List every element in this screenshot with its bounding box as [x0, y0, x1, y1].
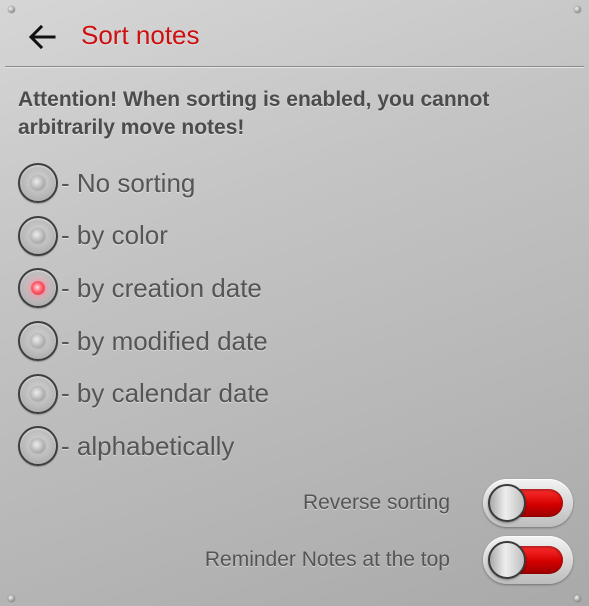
sort-option-by-calendar-date[interactable]: - by calendar date: [18, 367, 269, 420]
radio-led-icon: [31, 228, 45, 243]
reminder-notes-top-row: Reminder Notes at the top: [205, 535, 573, 585]
radio-led-icon: [31, 386, 45, 401]
radio-led-icon: [31, 281, 45, 296]
sort-option-label: - by calendar date: [61, 378, 270, 409]
radio-button[interactable]: [18, 373, 58, 414]
sort-option-by-color[interactable]: - by color: [18, 210, 269, 263]
radio-led-icon: [31, 439, 45, 454]
reverse-sorting-label: Reverse sorting: [302, 491, 450, 514]
sort-options-group: - No sorting - by color - by creation da…: [18, 157, 269, 473]
radio-button[interactable]: [18, 268, 58, 309]
sort-option-label: - No sorting: [61, 167, 196, 198]
back-button[interactable]: [26, 20, 60, 54]
page-title: Sort notes: [81, 20, 200, 50]
radio-button[interactable]: [18, 163, 58, 204]
reverse-sorting-switch[interactable]: [483, 479, 573, 527]
sort-option-by-modified-date[interactable]: - by modified date: [18, 315, 269, 368]
radio-led-icon: [31, 334, 45, 349]
radio-led-icon: [31, 176, 45, 191]
switch-knob[interactable]: [488, 541, 526, 579]
radio-button[interactable]: [18, 426, 58, 467]
app-bar: Sort notes: [0, 0, 589, 68]
reminder-notes-top-switch[interactable]: [483, 536, 573, 584]
radio-button[interactable]: [18, 215, 58, 256]
sort-option-alphabetically[interactable]: - alphabetically: [18, 420, 269, 473]
arrow-left-icon: [28, 24, 56, 50]
sort-option-no-sorting[interactable]: - No sorting: [18, 157, 269, 210]
sort-option-label: - alphabetically: [61, 430, 235, 461]
sorting-warning-text: Attention! When sorting is enabled, you …: [18, 88, 490, 139]
corner-screw-icon: [8, 595, 15, 602]
radio-button[interactable]: [18, 321, 58, 362]
reverse-sorting-row: Reverse sorting: [303, 478, 573, 528]
corner-screw-icon: [574, 595, 581, 602]
sort-option-label: - by creation date: [61, 272, 262, 303]
sort-option-label: - by color: [61, 220, 168, 251]
sort-option-by-creation-date[interactable]: - by creation date: [18, 262, 269, 315]
switch-knob[interactable]: [488, 484, 526, 522]
sort-option-label: - by modified date: [61, 325, 268, 356]
reminder-notes-top-label: Reminder Notes at the top: [204, 548, 450, 571]
header-divider: [5, 66, 584, 68]
